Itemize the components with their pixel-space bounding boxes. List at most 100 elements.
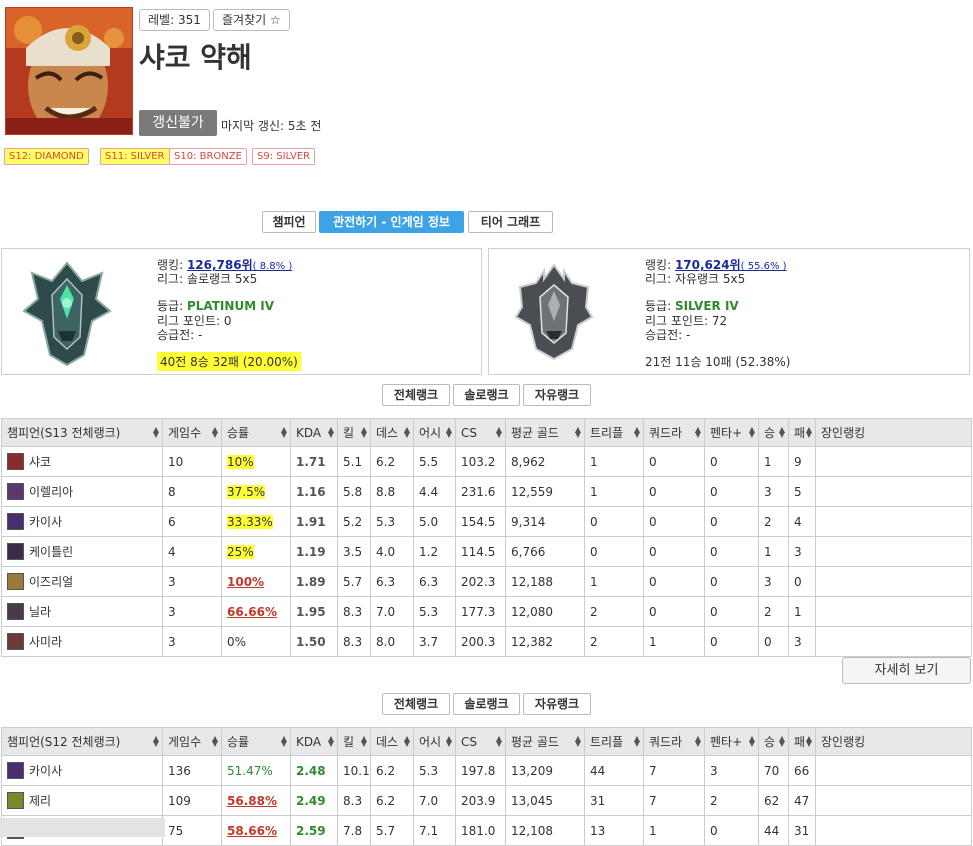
flex-rank-percent[interactable]: ( 55.6% )	[741, 261, 787, 272]
solo-rank-percent[interactable]: ( 8.8% )	[253, 261, 293, 272]
column-header[interactable]: 킬 ▲ ▼	[337, 727, 371, 756]
value-penta: 0	[710, 823, 718, 838]
value-triple: 44	[590, 763, 606, 778]
cell-triple: 2	[584, 626, 644, 657]
flex-rank-box: 랭킹: 170,624위( 55.6% ) 리그: 자유랭크 5x5 등급: S…	[488, 248, 970, 375]
cell-gold: 12,080	[505, 596, 585, 627]
sort-arrows-icon: ▲ ▼	[574, 734, 581, 748]
column-header[interactable]: KDA ▲ ▼	[290, 418, 338, 447]
cell-champ: 카이사	[1, 755, 163, 786]
renew-button[interactable]: 갱신불가	[139, 110, 217, 136]
sort-arrows-icon: ▲ ▼	[495, 734, 502, 748]
filter-all-rank-s13[interactable]: 전체랭크	[382, 384, 450, 406]
cell-penta: 0	[704, 815, 759, 846]
bottom-overlay-bar	[0, 818, 165, 837]
filter-all-rank-s12[interactable]: 전체랭크	[382, 693, 450, 715]
value-triple: 13	[590, 823, 606, 838]
sort-arrows-icon: ▲ ▼	[152, 425, 159, 439]
column-header[interactable]: 장인랭킹	[815, 727, 972, 756]
view-more-button[interactable]: 자세히 보기	[842, 657, 971, 684]
column-header[interactable]: 쿼드라 ▲ ▼	[643, 418, 705, 447]
column-header[interactable]: 평균 골드 ▲ ▼	[505, 727, 585, 756]
value-lose: 5	[794, 484, 802, 499]
column-header[interactable]: 패 ▲ ▼	[788, 418, 816, 447]
filter-flex-rank-s13[interactable]: 자유랭크	[523, 384, 591, 406]
value-a: 4.4	[419, 484, 439, 499]
champion-portrait-icon[interactable]	[7, 792, 24, 809]
cell-mastery-rank	[815, 755, 972, 786]
column-header[interactable]: 데스 ▲ ▼	[370, 418, 414, 447]
column-header[interactable]: 챔피언(S12 전체랭크) ▲ ▼	[1, 727, 163, 756]
column-header[interactable]: CS ▲ ▼	[455, 418, 506, 447]
column-header[interactable]: 트리플 ▲ ▼	[584, 727, 644, 756]
champion-portrait-icon[interactable]	[7, 603, 24, 620]
cell-cs: 203.9	[455, 785, 506, 816]
column-header-label: 트리플	[590, 735, 624, 749]
column-header[interactable]: 쿼드라 ▲ ▼	[643, 727, 705, 756]
column-header[interactable]: 승 ▲ ▼	[758, 418, 789, 447]
champion-portrait-icon[interactable]	[7, 513, 24, 530]
column-header-label: 게임수	[168, 426, 202, 440]
tab-champion[interactable]: 챔피언	[262, 211, 316, 233]
champion-name[interactable]: 케이틀린	[29, 543, 73, 560]
cell-quadra: 0	[643, 566, 705, 597]
column-header[interactable]: 패 ▲ ▼	[788, 727, 816, 756]
column-header[interactable]: 게임수 ▲ ▼	[162, 727, 222, 756]
champion-name[interactable]: 사미라	[29, 633, 62, 650]
champion-name[interactable]: 닐라	[29, 603, 51, 620]
column-header[interactable]: 평균 골드 ▲ ▼	[505, 418, 585, 447]
champion-portrait-icon[interactable]	[7, 573, 24, 590]
filter-flex-rank-s12[interactable]: 자유랭크	[523, 693, 591, 715]
column-header[interactable]: 데스 ▲ ▼	[370, 727, 414, 756]
value-lose: 47	[794, 793, 810, 808]
champion-portrait-icon[interactable]	[7, 762, 24, 779]
column-header[interactable]: 트리플 ▲ ▼	[584, 418, 644, 447]
season-tag-s9: S9: SILVER	[252, 148, 316, 165]
column-header[interactable]: 장인랭킹	[815, 418, 972, 447]
column-header[interactable]: 킬 ▲ ▼	[337, 418, 371, 447]
champion-portrait-icon[interactable]	[7, 633, 24, 650]
champion-name[interactable]: 카이사	[29, 513, 62, 530]
champion-name[interactable]: 제리	[29, 792, 51, 809]
champion-portrait-icon[interactable]	[7, 453, 24, 470]
value-cs: 203.9	[461, 793, 496, 808]
column-header[interactable]: 승률 ▲ ▼	[221, 418, 291, 447]
champion-name[interactable]: 카이사	[29, 762, 62, 779]
cell-win: 2	[758, 506, 789, 537]
cell-wr: 33.33%	[221, 506, 291, 537]
value-a: 1.2	[419, 544, 439, 559]
champion-name[interactable]: 이즈리얼	[29, 573, 73, 590]
value-wr: 25%	[227, 544, 254, 559]
champion-portrait-icon[interactable]	[7, 543, 24, 560]
column-header[interactable]: 어시 ▲ ▼	[413, 727, 456, 756]
column-header[interactable]: 승률 ▲ ▼	[221, 727, 291, 756]
tab-tier-graph[interactable]: 티어 그래프	[468, 211, 553, 233]
column-header[interactable]: 챔피언(S13 전체랭크) ▲ ▼	[1, 418, 163, 447]
filter-solo-rank-s13[interactable]: 솔로랭크	[453, 384, 520, 406]
champion-portrait-icon[interactable]	[7, 483, 24, 500]
cell-cs: 197.8	[455, 755, 506, 786]
filter-solo-rank-s12[interactable]: 솔로랭크	[453, 693, 520, 715]
value-quadra: 0	[649, 604, 657, 619]
column-header[interactable]: 펜타+ ▲ ▼	[704, 418, 759, 447]
champion-stats-table-s13: 챔피언(S13 전체랭크) ▲ ▼ 게임수 ▲ ▼ 승률 ▲ ▼ KDA ▲ ▼ 킬 ▲ ▼ 데스 ▲ ▼ 어시 ▲ ▼…	[1, 418, 972, 657]
value-games: 10	[168, 454, 184, 469]
sort-arrows-icon: ▲ ▼	[327, 734, 334, 748]
value-triple: 2	[590, 604, 598, 619]
cell-penta: 3	[704, 755, 759, 786]
column-header[interactable]: CS ▲ ▼	[455, 727, 506, 756]
tab-spectate[interactable]: 관전하기 - 인게임 정보	[319, 211, 464, 233]
cell-games: 136	[162, 755, 222, 786]
column-header[interactable]: 게임수 ▲ ▼	[162, 418, 222, 447]
favorite-button[interactable]: 즐겨찾기 ☆	[213, 9, 290, 31]
column-header-label: 패	[794, 426, 806, 440]
cell-wr: 51.47%	[221, 755, 291, 786]
column-header[interactable]: 펜타+ ▲ ▼	[704, 727, 759, 756]
value-k: 7.8	[343, 823, 363, 838]
cell-k: 5.7	[337, 566, 371, 597]
column-header[interactable]: 승 ▲ ▼	[758, 727, 789, 756]
champion-name[interactable]: 샤코	[29, 453, 51, 470]
champion-name[interactable]: 이렐리아	[29, 483, 73, 500]
column-header[interactable]: KDA ▲ ▼	[290, 727, 338, 756]
column-header[interactable]: 어시 ▲ ▼	[413, 418, 456, 447]
